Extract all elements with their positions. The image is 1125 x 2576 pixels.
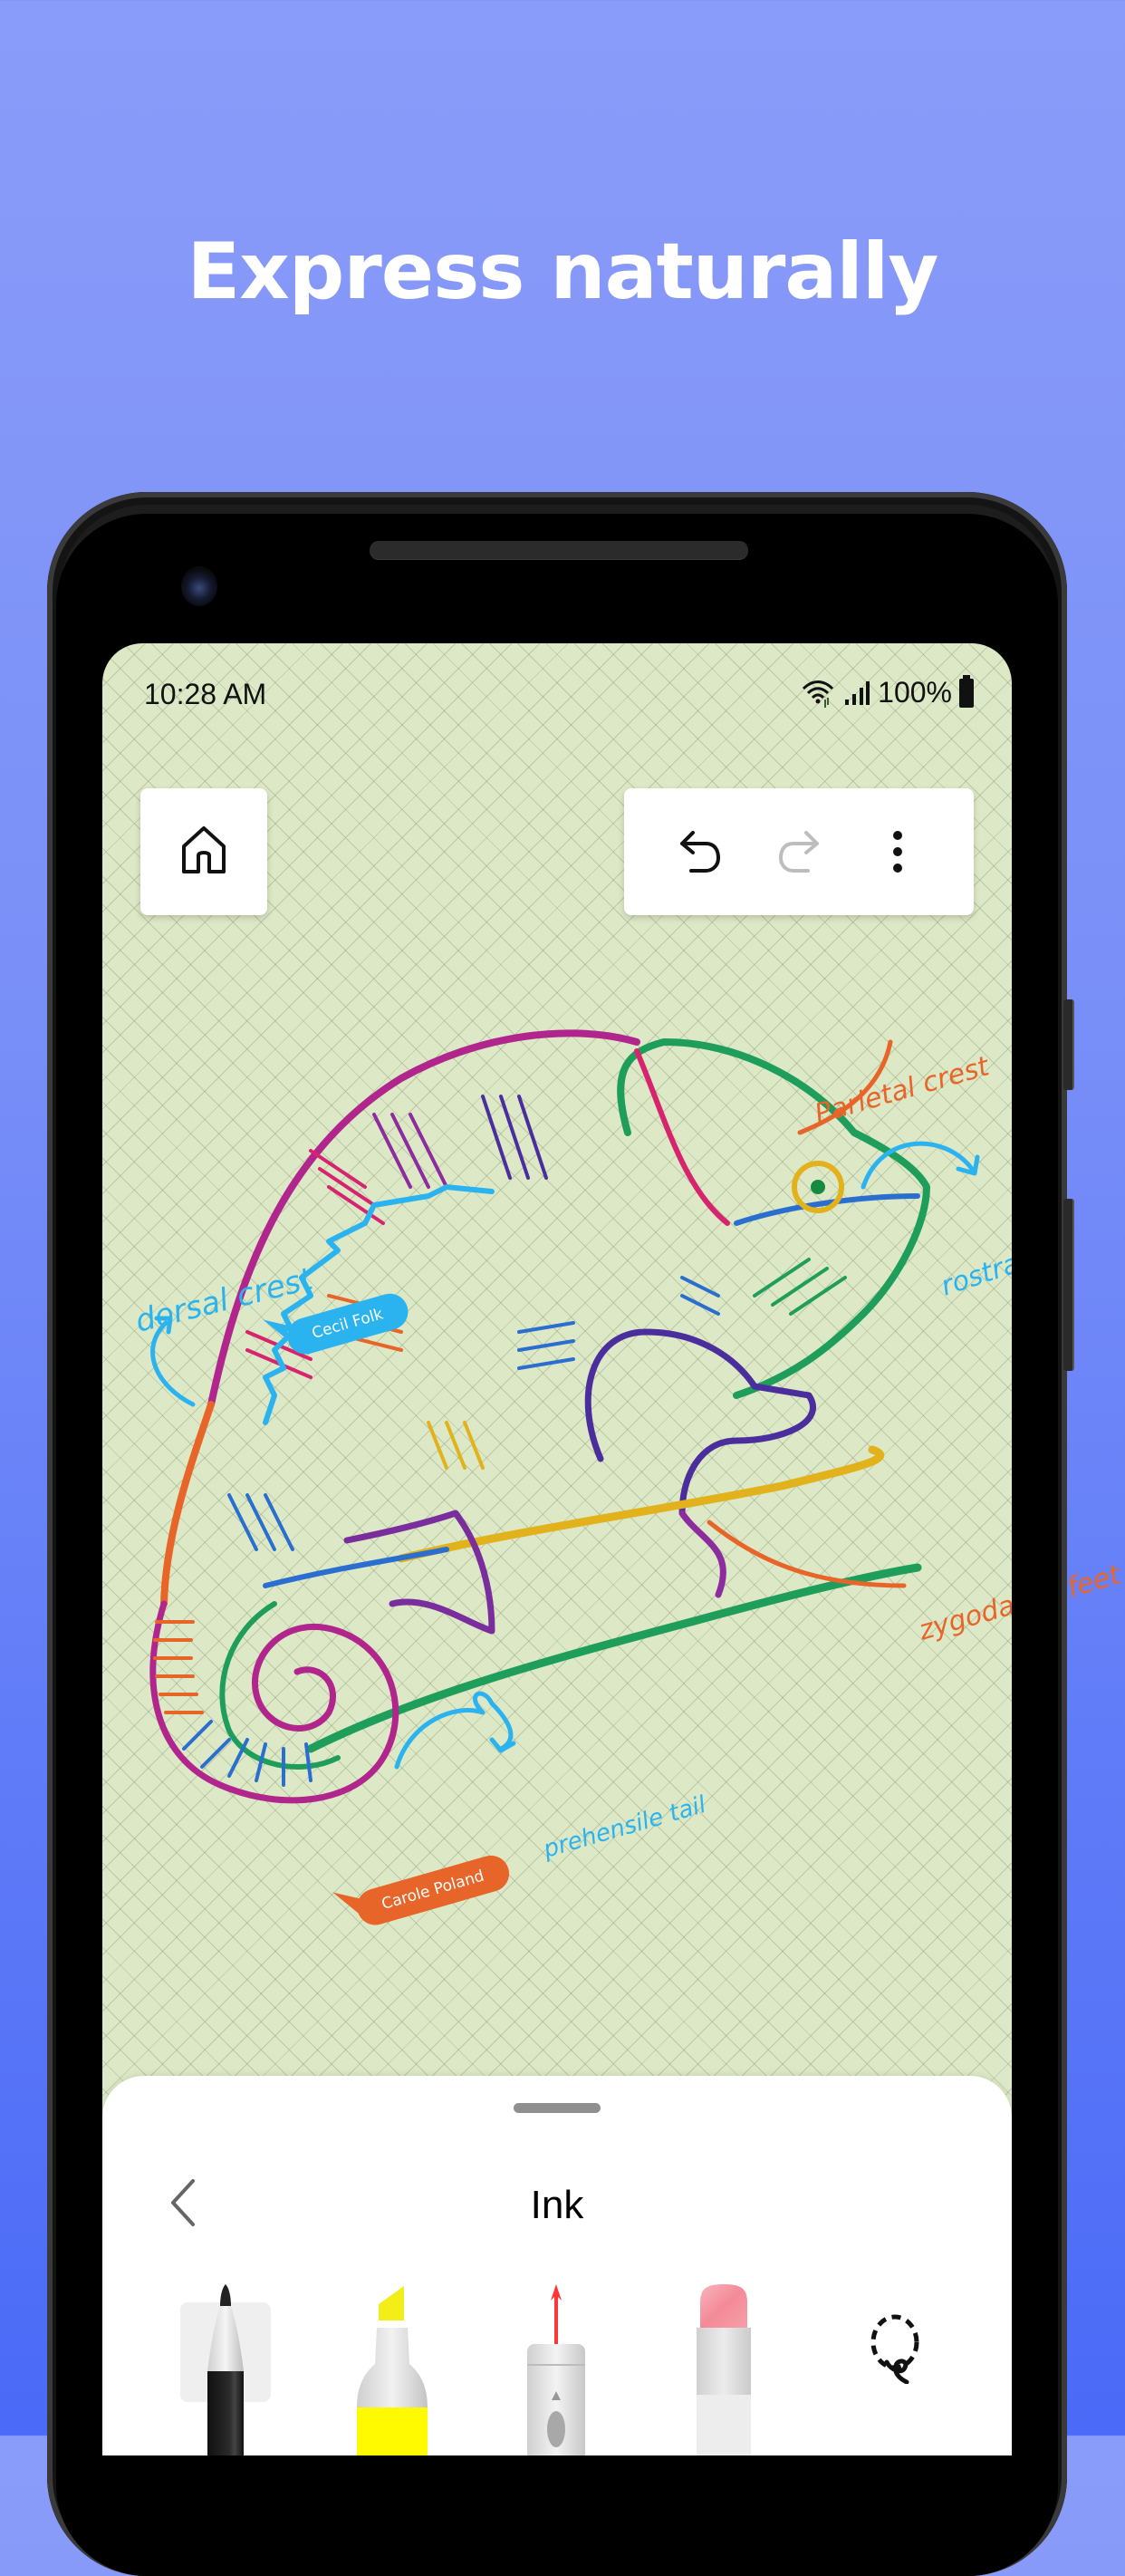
annotation-parietal-crest: Parietal crest <box>812 1050 994 1131</box>
ink-tools <box>102 2275 1012 2455</box>
tool-eraser[interactable] <box>691 2284 756 2455</box>
earpiece-speaker <box>370 541 748 559</box>
chameleon-tail-outer <box>149 1600 399 1804</box>
annotation-overflow-feet: feet <box>1063 1558 1124 1605</box>
highlighter-icon <box>357 2286 428 2455</box>
chameleon-head-inner <box>634 1048 730 1226</box>
chameleon-pupil <box>811 1180 825 1194</box>
ink-bottom-sheet: Ink <box>102 2076 1012 2455</box>
tool-laser-pointer[interactable] <box>524 2284 589 2455</box>
battery-icon <box>959 674 974 708</box>
battery-percent: 100% <box>878 676 952 709</box>
more-options-button[interactable] <box>870 825 925 879</box>
wifi-icon <box>803 680 834 708</box>
chameleon-front-foot <box>678 1510 726 1598</box>
redo-button[interactable] <box>772 825 826 879</box>
front-camera <box>181 566 217 606</box>
chameleon-back-outline-2 <box>160 1401 215 1607</box>
headline: Express naturally <box>187 227 939 317</box>
tool-highlighter[interactable] <box>351 2284 433 2455</box>
laser-pointer-icon <box>527 2284 585 2455</box>
home-button[interactable] <box>140 788 267 915</box>
pen-icon <box>207 2284 244 2455</box>
eraser-icon <box>697 2284 751 2455</box>
volume-button <box>1063 1199 1074 1371</box>
sheet-title: Ink <box>530 2183 584 2227</box>
chameleon-back-leg <box>343 1510 495 1635</box>
more-vertical-icon <box>892 831 902 873</box>
chameleon-belly <box>263 1547 449 1588</box>
undo-button[interactable] <box>673 825 727 879</box>
lasso-icon <box>870 2314 919 2385</box>
tool-lasso-select[interactable] <box>863 2311 927 2385</box>
branch-bottom <box>306 1563 922 1753</box>
tool-pen[interactable] <box>180 2284 271 2455</box>
status-bar: 10:28 AM 100% <box>102 643 1012 752</box>
sheet-grabber-handle[interactable] <box>514 2103 601 2113</box>
redo-icon <box>778 831 819 873</box>
annotation-rostral-crest: rostral crest <box>938 1221 1012 1303</box>
annotation-zygodactyl-feet: zygodactyl feet <box>915 1558 1012 1647</box>
power-button <box>1063 999 1074 1090</box>
signal-icon <box>845 680 870 705</box>
status-time: 10:28 AM <box>144 678 267 710</box>
annotation-prehensile-tail: prehensile tail <box>540 1791 710 1864</box>
undo-icon <box>680 831 721 873</box>
top-actions-bar <box>624 788 974 915</box>
app-screen: dorsal crest Parietal crest rostral cres… <box>102 643 1012 2455</box>
home-icon <box>182 826 226 873</box>
